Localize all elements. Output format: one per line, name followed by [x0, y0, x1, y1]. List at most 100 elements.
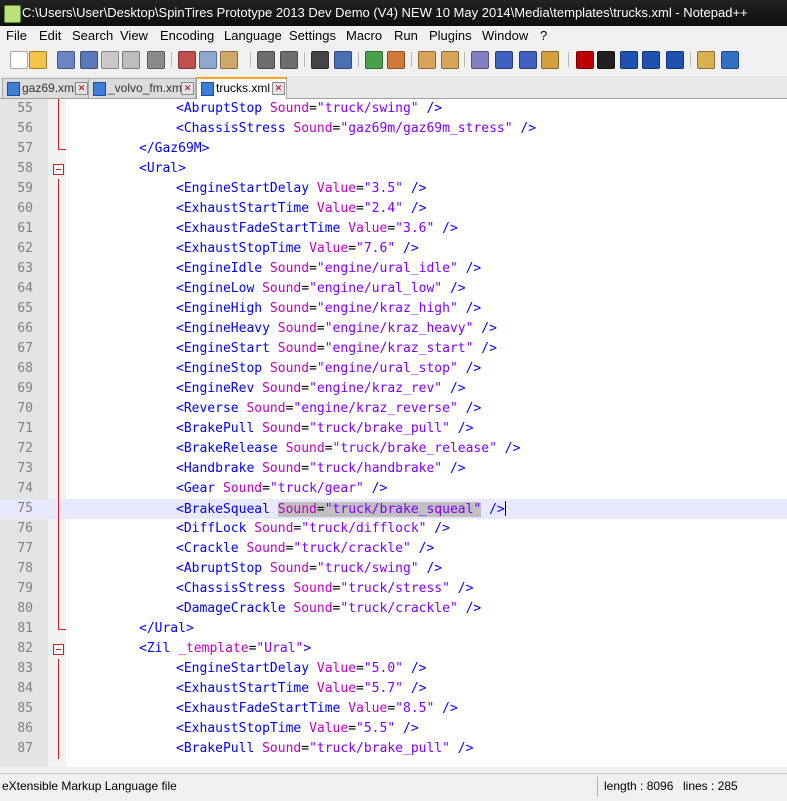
code-line[interactable]: 80 <DamageCrackle Sound="truck/crackle" /…: [0, 599, 787, 619]
close-icon[interactable]: [101, 51, 119, 69]
code-line[interactable]: 65 <EngineHigh Sound="engine/kraz_high" /…: [0, 299, 787, 319]
xml-tag: <ExhaustFadeStartTime: [176, 701, 341, 716]
code-line[interactable]: 55 <AbruptStop Sound="truck/swing" />: [0, 99, 787, 119]
status-divider: [597, 777, 598, 797]
menu-run[interactable]: Run: [394, 28, 418, 43]
code-line[interactable]: 68 <EngineStop Sound="engine/ural_stop" /…: [0, 359, 787, 379]
word-wrap-icon[interactable]: [471, 51, 489, 69]
cut-icon[interactable]: [178, 51, 196, 69]
run-macro-multiple-icon[interactable]: [642, 51, 660, 69]
menu-macro[interactable]: Macro: [346, 28, 382, 43]
code-line[interactable]: 73 <Handbrake Sound="truck/handbrake" />: [0, 459, 787, 479]
editor[interactable]: 55 <AbruptStop Sound="truck/swing" /> 56 <C…: [0, 99, 787, 767]
play-macro-icon[interactable]: [620, 51, 638, 69]
code-line[interactable]: 79 <ChassisStress Sound="truck/stress" />: [0, 579, 787, 599]
save-macro-icon[interactable]: [666, 51, 684, 69]
code-line[interactable]: 86 <ExhaustStopTime Value="5.5" />: [0, 719, 787, 739]
code-line[interactable]: 69 <EngineRev Sound="engine/kraz_rev" />: [0, 379, 787, 399]
code-line[interactable]: 67 <EngineStart Sound="engine/kraz_start"…: [0, 339, 787, 359]
copy-icon[interactable]: [199, 51, 217, 69]
fold-collapse-icon[interactable]: [53, 164, 64, 175]
line-number: 74: [17, 481, 33, 496]
xml-value: "3.5": [363, 181, 403, 196]
save-icon[interactable]: [57, 51, 75, 69]
xml-tag-close: />: [481, 502, 505, 517]
menu-encoding[interactable]: Encoding: [160, 28, 214, 43]
code-line[interactable]: 81 </Ural>: [0, 619, 787, 639]
open-file-icon[interactable]: [29, 51, 47, 69]
menu-search[interactable]: Search: [72, 28, 113, 43]
code-line[interactable]: 57 </Gaz69M>: [0, 139, 787, 159]
zoom-out-icon[interactable]: [387, 51, 405, 69]
tab-close-icon[interactable]: ✕: [272, 82, 285, 95]
code-text: <Zil _template="Ural">: [139, 641, 311, 656]
zoom-in-icon[interactable]: [365, 51, 383, 69]
line-number: 70: [17, 401, 33, 416]
user-language-icon[interactable]: [541, 51, 559, 69]
close-all-icon[interactable]: [122, 51, 140, 69]
code-line[interactable]: 59 <EngineStartDelay Value="3.5" />: [0, 179, 787, 199]
sync-horizontal-icon[interactable]: [441, 51, 459, 69]
code-line[interactable]: 61 <ExhaustFadeStartTime Value="3.6" />: [0, 219, 787, 239]
code-line[interactable]: 64 <EngineLow Sound="engine/ural_low" />: [0, 279, 787, 299]
code-line[interactable]: 71 <BrakePull Sound="truck/brake_pull" />: [0, 419, 787, 439]
tab-volvo-fm-xml[interactable]: _volvo_fm.xml ✕: [88, 78, 196, 98]
fold-guide-line: [58, 559, 59, 579]
xml-value: "engine/ural_idle": [316, 261, 458, 276]
code-line[interactable]: 72 <BrakeRelease Sound="truck/brake_relea…: [0, 439, 787, 459]
code-line[interactable]: 78 <AbruptStop Sound="truck/swing" />: [0, 559, 787, 579]
xml-equals: =: [301, 461, 310, 476]
code-line[interactable]: 82 <Zil _template="Ural">: [0, 639, 787, 659]
code-line[interactable]: 87 <BrakePull Sound="truck/brake_pull" />: [0, 739, 787, 759]
redo-icon[interactable]: [280, 51, 298, 69]
open-folder-icon[interactable]: [697, 51, 715, 69]
menu-help[interactable]: ?: [540, 28, 547, 43]
indent-guide-icon[interactable]: [519, 51, 537, 69]
new-file-icon[interactable]: [10, 51, 28, 69]
xml-value: "5.0": [363, 661, 403, 676]
code-line[interactable]: 76 <DiffLock Sound="truck/difflock" />: [0, 519, 787, 539]
toolbar-separator: [250, 52, 251, 67]
code-text: <EngineHeavy Sound="engine/kraz_heavy" /…: [176, 321, 497, 336]
record-macro-icon[interactable]: [576, 51, 594, 69]
stop-macro-icon[interactable]: [597, 51, 615, 69]
code-line[interactable]: 74 <Gear Sound="truck/gear" />: [0, 479, 787, 499]
code-line[interactable]: 62 <ExhaustStopTime Value="7.6" />: [0, 239, 787, 259]
xml-equals: =: [309, 561, 317, 576]
menu-plugins[interactable]: Plugins: [429, 28, 472, 43]
show-all-chars-icon[interactable]: [495, 51, 513, 69]
spell-check-icon[interactable]: [721, 51, 739, 69]
menu-edit[interactable]: Edit: [39, 28, 61, 43]
code-line[interactable]: 63 <EngineIdle Sound="engine/ural_idle" /…: [0, 259, 787, 279]
code-line[interactable]: 56 <ChassisStress Sound="gaz69m/gaz69m_st…: [0, 119, 787, 139]
tab-gaz69-xml[interactable]: gaz69.xml ✕: [2, 78, 90, 98]
xml-attribute: Sound: [293, 121, 333, 136]
sync-vertical-icon[interactable]: [418, 51, 436, 69]
code-line[interactable]: 60 <ExhaustStartTime Value="2.4" />: [0, 199, 787, 219]
undo-icon[interactable]: [257, 51, 275, 69]
replace-icon[interactable]: [334, 51, 352, 69]
tab-close-icon[interactable]: ✕: [181, 82, 194, 95]
paste-icon[interactable]: [220, 51, 238, 69]
tab-trucks-xml[interactable]: trucks.xml ✕: [196, 77, 287, 100]
xml-tag-close: />: [403, 201, 427, 216]
code-line[interactable]: 66 <EngineHeavy Sound="engine/kraz_heavy"…: [0, 319, 787, 339]
code-text: <EngineStart Sound="engine/kraz_start" /…: [176, 341, 497, 356]
code-line[interactable]: 84 <ExhaustStartTime Value="5.7" />: [0, 679, 787, 699]
print-icon[interactable]: [147, 51, 165, 69]
tab-close-icon[interactable]: ✕: [75, 82, 88, 95]
menu-settings[interactable]: Settings: [289, 28, 336, 43]
menu-view[interactable]: View: [120, 28, 148, 43]
menu-file[interactable]: File: [6, 28, 27, 43]
code-line[interactable]: 83 <EngineStartDelay Value="5.0" />: [0, 659, 787, 679]
code-line[interactable]: 70 <Reverse Sound="engine/kraz_reverse" /…: [0, 399, 787, 419]
find-icon[interactable]: [311, 51, 329, 69]
code-line[interactable]: 85 <ExhaustFadeStartTime Value="8.5" />: [0, 699, 787, 719]
code-line[interactable]: 75 <BrakeSqueal Sound="truck/brake_squeal…: [0, 499, 787, 519]
code-line[interactable]: 58 <Ural>: [0, 159, 787, 179]
save-all-icon[interactable]: [80, 51, 98, 69]
menu-language[interactable]: Language: [224, 28, 282, 43]
fold-collapse-icon[interactable]: [53, 644, 64, 655]
code-line[interactable]: 77 <Crackle Sound="truck/crackle" />: [0, 539, 787, 559]
menu-window[interactable]: Window: [482, 28, 528, 43]
